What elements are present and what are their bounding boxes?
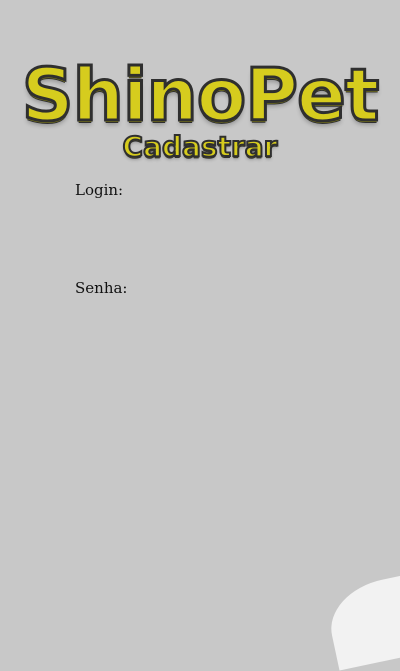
login-label: Login: [75,181,124,199]
password-input[interactable] [120,277,320,299]
page-curl-decoration [322,569,400,671]
app-logo: ShinoPet Cadastrar [0,52,400,165]
logo-title: ShinoPet [20,52,381,139]
login-input[interactable] [120,179,320,201]
